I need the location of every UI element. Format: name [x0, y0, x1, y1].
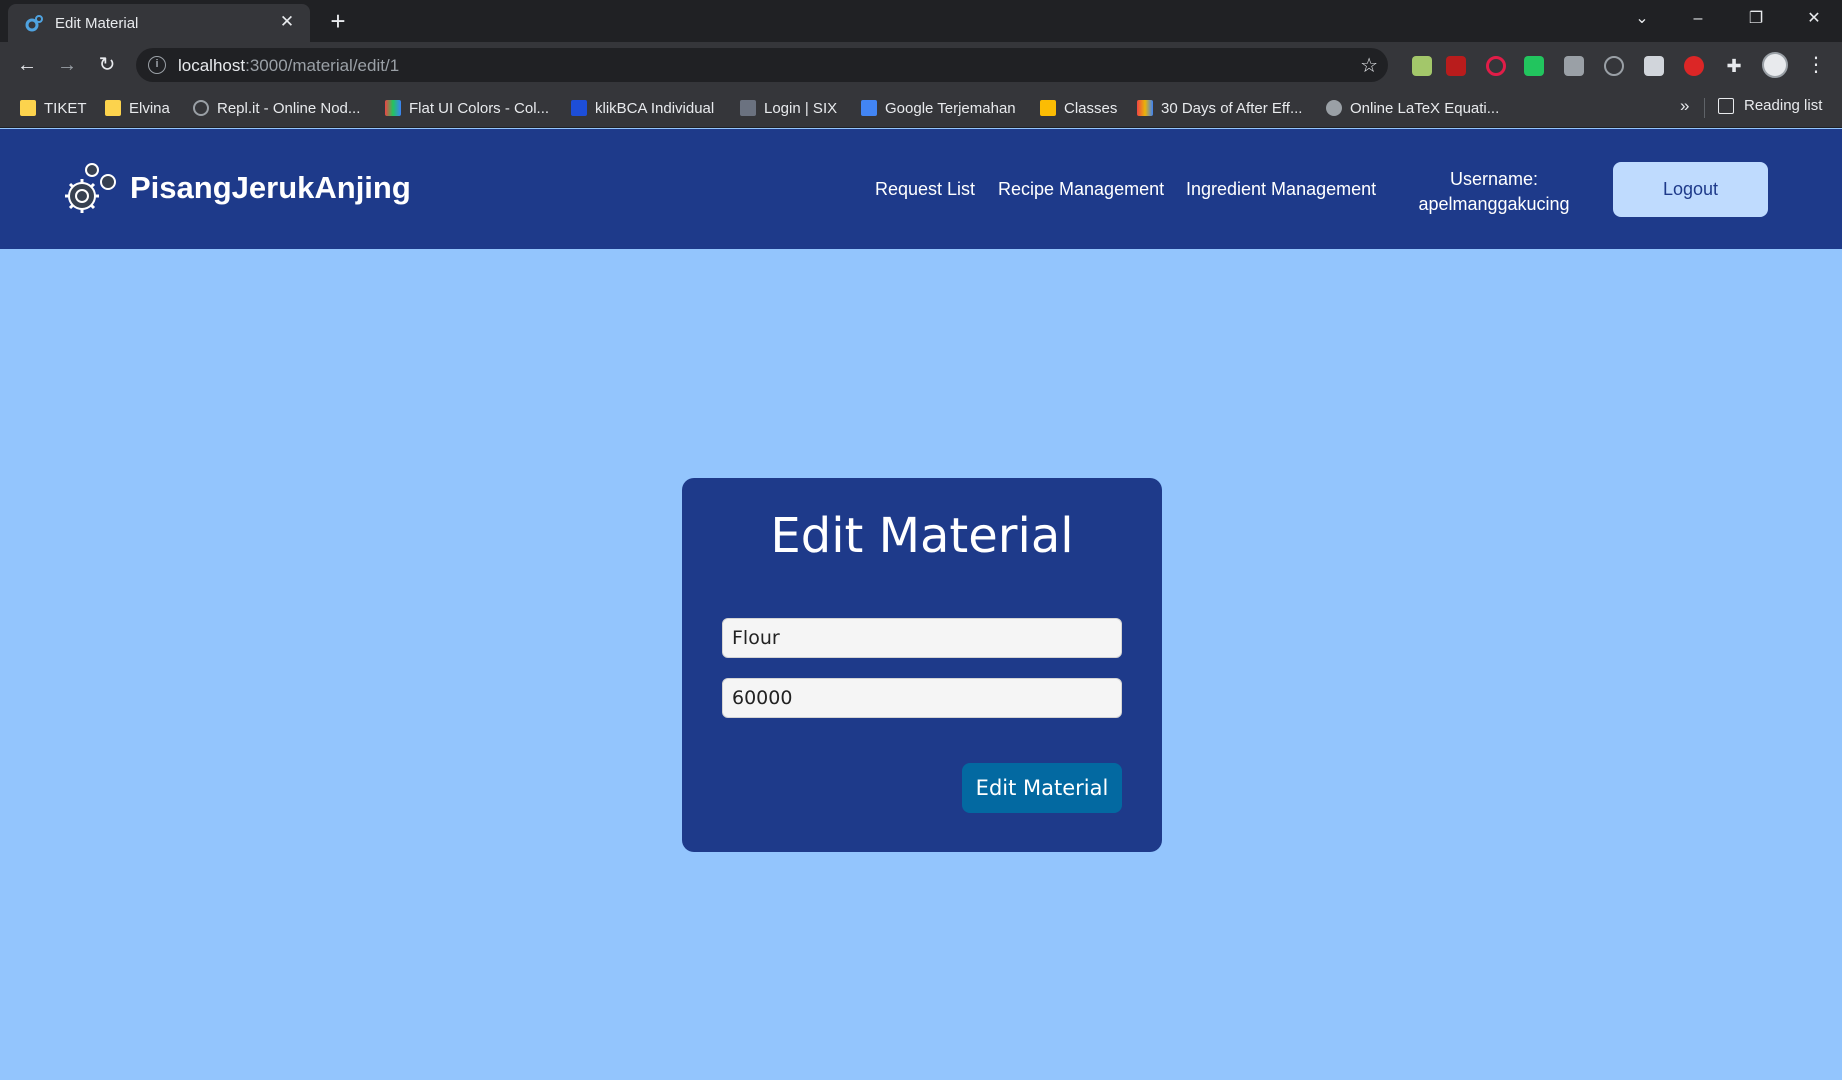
- bookmark-item[interactable]: Online LaTeX Equati...: [1326, 97, 1499, 119]
- sync-icon[interactable]: [1604, 56, 1624, 76]
- bca-icon: [571, 100, 587, 116]
- more-bookmarks-chevron-icon[interactable]: »: [1680, 96, 1689, 116]
- reading-list-icon: [1718, 97, 1734, 114]
- new-tab-button[interactable]: +: [326, 7, 350, 35]
- url-text: localhost:3000/material/edit/1: [178, 56, 400, 75]
- restore-button[interactable]: ❐: [1728, 0, 1784, 38]
- minimize-button[interactable]: –: [1670, 0, 1726, 38]
- bookmark-divider: [1704, 98, 1705, 118]
- folder-icon: [105, 100, 121, 116]
- site-header: PisangJerukAnjing Request List Recipe Ma…: [0, 129, 1842, 249]
- form-title: Edit Material: [770, 508, 1074, 564]
- logout-button[interactable]: Logout: [1613, 162, 1768, 217]
- browser-tab-bar: Edit Material ✕ + ⌄ – ❐ ✕: [0, 0, 1842, 42]
- folder-icon: [20, 100, 36, 116]
- camera-icon[interactable]: [1564, 56, 1584, 76]
- username-label: Username:: [1449, 169, 1539, 189]
- extension-hand-icon[interactable]: [1644, 56, 1664, 76]
- aftereffects-icon: [1137, 100, 1153, 116]
- reload-icon[interactable]: ↻: [92, 50, 122, 80]
- edit-material-button[interactable]: Edit Material: [962, 763, 1122, 813]
- tab-search-icon[interactable]: ⌄: [1614, 0, 1670, 38]
- replit-icon: [193, 100, 209, 116]
- bookmark-item[interactable]: 30 Days of After Eff...: [1137, 97, 1302, 119]
- bookmark-item[interactable]: Login | SIX: [740, 97, 837, 119]
- close-window-button[interactable]: ✕: [1786, 0, 1842, 38]
- user-info: Username: apelmanggakucing: [1404, 167, 1584, 217]
- gears-favicon-icon: [25, 15, 43, 32]
- bookmark-star-icon[interactable]: ☆: [1360, 53, 1378, 78]
- bookmark-item[interactable]: klikBCA Individual: [571, 97, 714, 119]
- bookmark-item[interactable]: Classes: [1040, 97, 1117, 119]
- browser-toolbar: ← → ↻ i localhost:3000/material/edit/1 ☆…: [0, 42, 1842, 88]
- username-value: apelmanggakucing: [1418, 194, 1570, 214]
- flatui-icon: [385, 100, 401, 116]
- extension-pen-icon[interactable]: [1412, 56, 1432, 76]
- nav-request-list[interactable]: Request List: [875, 179, 975, 200]
- stop-hand-icon[interactable]: [1684, 56, 1704, 76]
- bookmark-item[interactable]: Google Terjemahan: [861, 97, 1016, 119]
- tab-title: Edit Material: [55, 15, 139, 32]
- classroom-icon: [1040, 100, 1056, 116]
- bookmarks-bar: TIKET Elvina Repl.it - Online Nod... Fla…: [0, 88, 1842, 128]
- bookmark-item[interactable]: Elvina: [105, 97, 170, 119]
- edit-material-form: Edit Material Edit Material: [682, 478, 1162, 852]
- translate-icon: [861, 100, 877, 116]
- bookmark-item[interactable]: Repl.it - Online Nod...: [193, 97, 360, 119]
- brand-name[interactable]: PisangJerukAnjing: [130, 170, 411, 206]
- gear-icon: [1326, 100, 1342, 116]
- menu-kebab-icon[interactable]: ⋮: [1806, 52, 1826, 78]
- back-icon[interactable]: ←: [12, 50, 42, 80]
- close-tab-icon[interactable]: ✕: [278, 13, 296, 31]
- ublock-icon[interactable]: [1446, 56, 1466, 76]
- material-name-input[interactable]: [722, 618, 1122, 658]
- material-price-input[interactable]: [722, 678, 1122, 718]
- reading-list-button[interactable]: Reading list: [1718, 97, 1822, 114]
- extensions-puzzle-icon[interactable]: ✚: [1724, 56, 1744, 76]
- profile-avatar[interactable]: [1762, 52, 1788, 78]
- nav-ingredient-management[interactable]: Ingredient Management: [1186, 179, 1376, 200]
- opera-icon[interactable]: [1486, 56, 1506, 76]
- bookmark-item[interactable]: Flat UI Colors - Col...: [385, 97, 549, 119]
- browser-tab[interactable]: Edit Material ✕: [8, 4, 310, 42]
- bookmark-item[interactable]: TIKET: [20, 97, 87, 119]
- gears-logo-icon: [65, 163, 116, 213]
- six-icon: [740, 100, 756, 116]
- nav-recipe-management[interactable]: Recipe Management: [998, 179, 1164, 200]
- forward-icon[interactable]: →: [52, 50, 82, 80]
- site-info-icon[interactable]: i: [148, 56, 166, 74]
- extension-swirl-icon[interactable]: [1524, 56, 1544, 76]
- address-bar[interactable]: i localhost:3000/material/edit/1 ☆: [136, 48, 1388, 82]
